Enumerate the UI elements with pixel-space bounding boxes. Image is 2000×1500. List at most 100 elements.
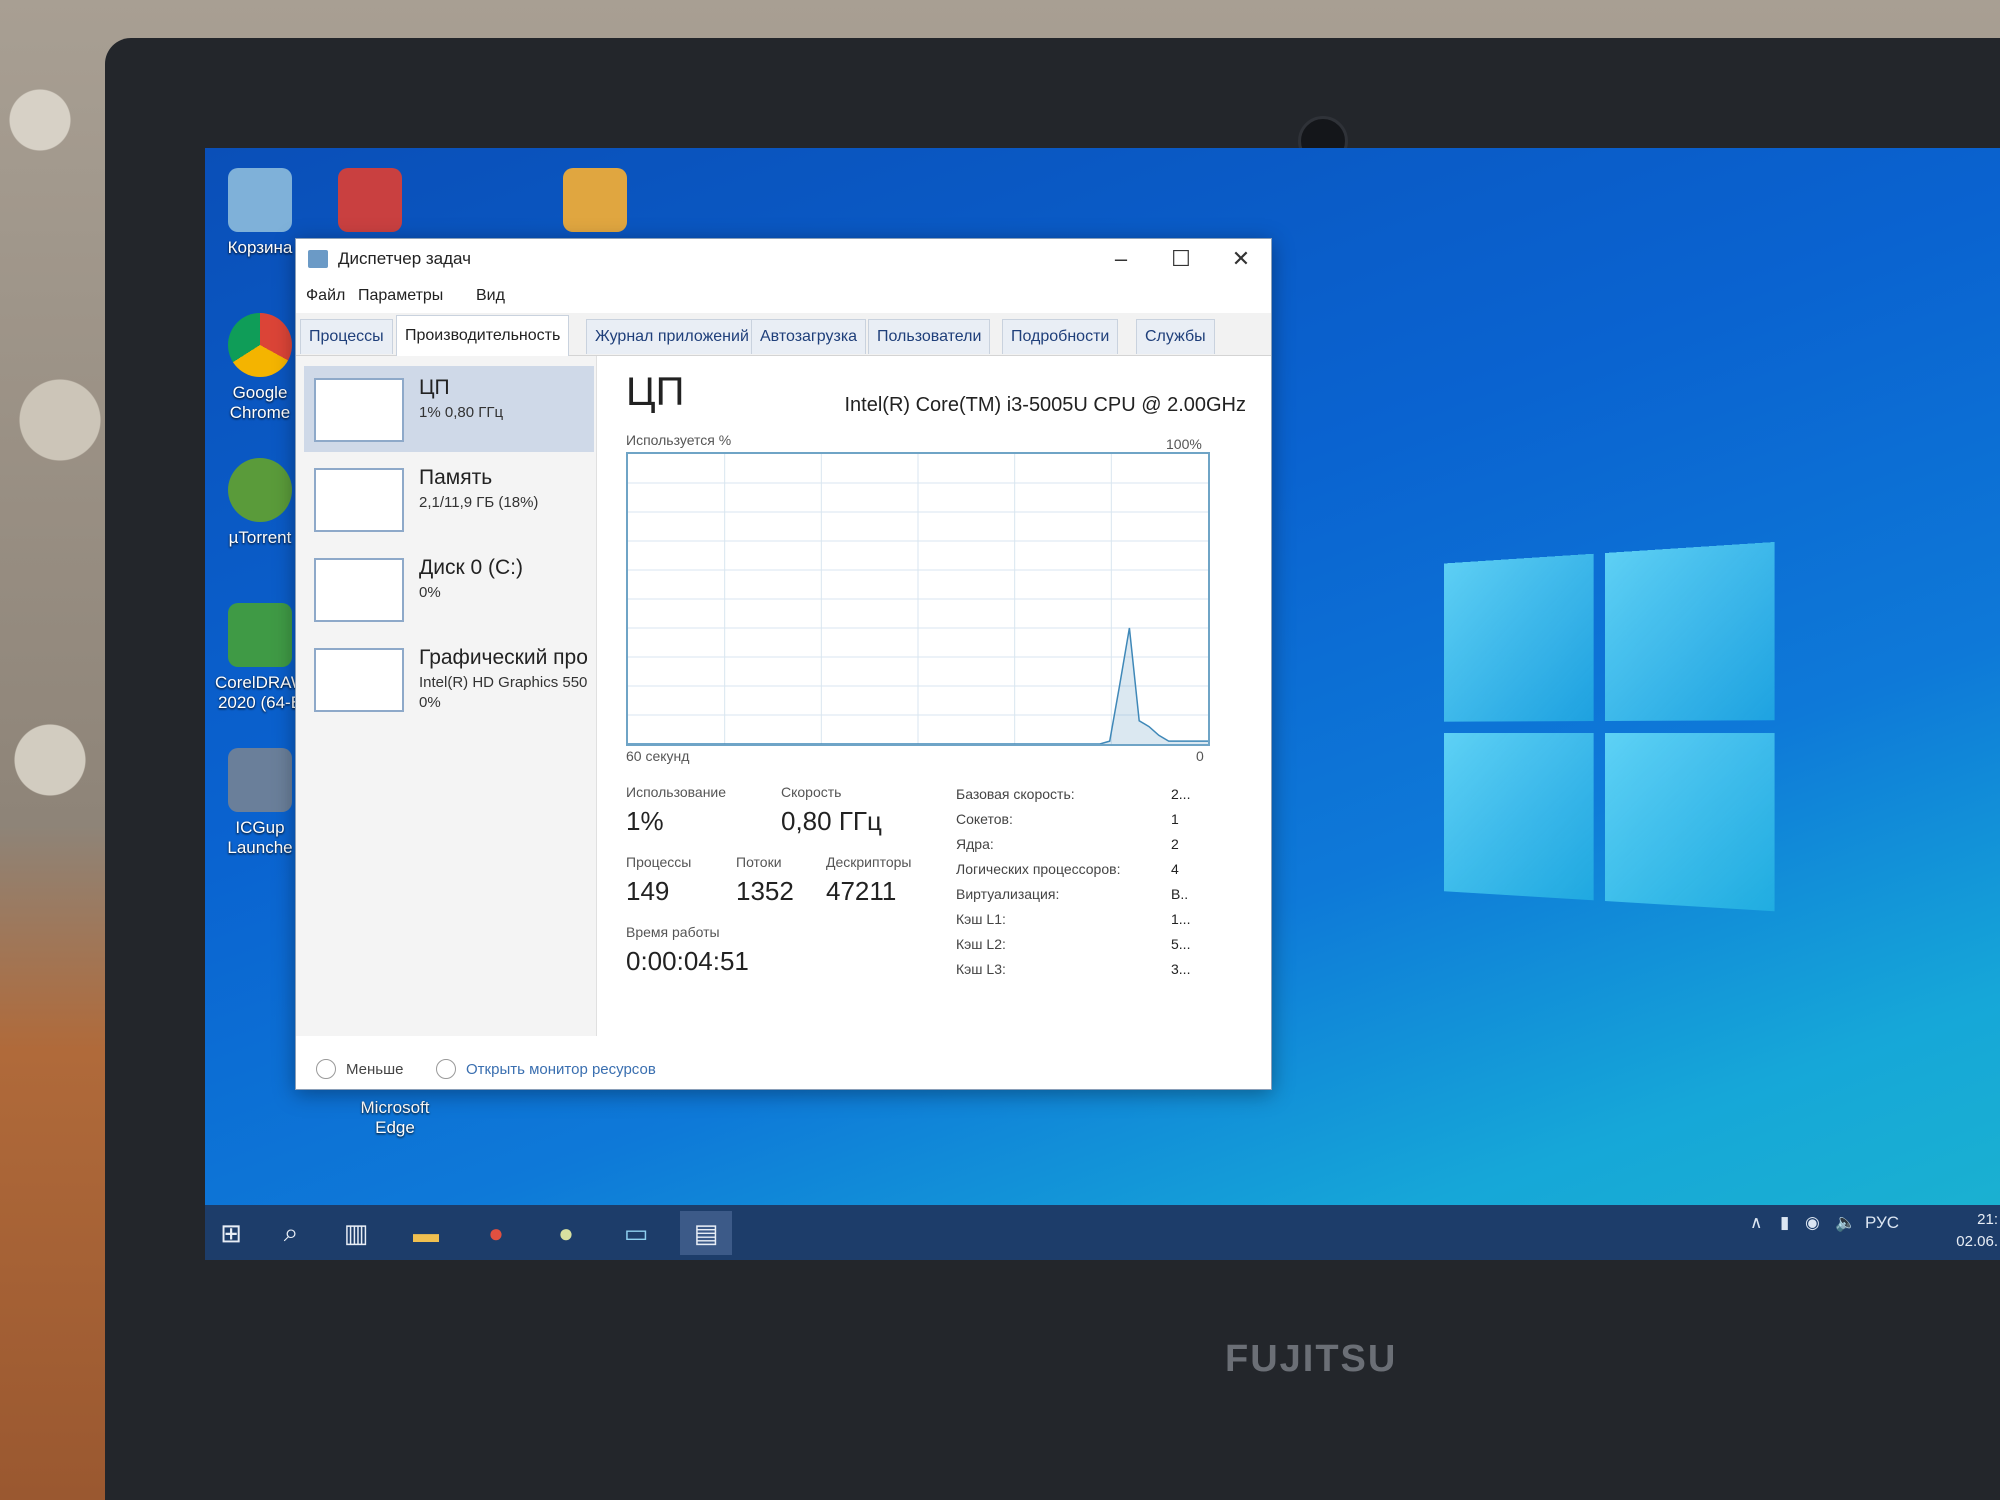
resource-list: ЦП 1% 0,80 ГГц Память 2,1/11,9 ГБ (18%) … xyxy=(296,356,597,1036)
cpu-usage-graph xyxy=(626,452,1210,746)
uptime-value: 0:00:04:51 xyxy=(626,946,749,976)
usage-key: Использование xyxy=(626,784,727,800)
chevron-up-icon xyxy=(316,1059,336,1079)
info-value: 4 xyxy=(1171,861,1179,877)
info-key: Логических процессоров: xyxy=(956,861,1121,877)
maximize-button[interactable]: ☐ xyxy=(1151,243,1211,275)
info-value: 1 xyxy=(1171,811,1179,827)
taskbar: ⊞ ⌕ ▥ ▬ ● ● ▭ ▤ ∧ ▮ ◉ 🔈 РУС 21: 02.06. xyxy=(205,1205,2000,1260)
resource-disk[interactable]: Диск 0 (C:) 0% xyxy=(304,546,594,632)
info-value: 2... xyxy=(1171,786,1191,802)
tray-language[interactable]: РУС xyxy=(1865,1213,1899,1233)
task-view-icon: ▥ xyxy=(343,1217,369,1248)
threads-value: 1352 xyxy=(736,876,794,906)
performance-pane: ЦП 1% 0,80 ГГц Память 2,1/11,9 ГБ (18%) … xyxy=(296,356,1271,1089)
max-axis-label: 100% xyxy=(1166,436,1202,452)
gpu-mini-graph xyxy=(314,648,404,712)
cpu-mini-graph xyxy=(314,378,404,442)
disk-mini-graph xyxy=(314,558,404,622)
minimize-button[interactable]: – xyxy=(1091,243,1151,275)
info-value: 5... xyxy=(1171,936,1191,952)
desktop-icon-app[interactable] xyxy=(325,168,415,238)
close-button[interactable]: ✕ xyxy=(1211,243,1271,275)
time-axis-label: 60 секунд xyxy=(626,748,690,764)
info-key: Кэш L1: xyxy=(956,911,1006,927)
threads-key: Потоки xyxy=(736,854,782,870)
taskbar-app[interactable]: ● xyxy=(540,1211,592,1255)
resource-gpu[interactable]: Графический про Intel(R) HD Graphics 550… xyxy=(304,636,594,736)
desktop-icon-utorrent[interactable]: µTorrent xyxy=(215,458,305,548)
info-value: В.. xyxy=(1171,886,1189,902)
info-value: 1... xyxy=(1171,911,1191,927)
user-folder-icon xyxy=(563,168,627,232)
processes-key: Процессы xyxy=(626,854,692,870)
start-button[interactable]: ⊞ xyxy=(205,1211,257,1255)
open-resource-monitor-link[interactable]: Открыть монитор ресурсов xyxy=(466,1061,656,1078)
menu-file[interactable]: Файл xyxy=(306,287,345,305)
tray-clock[interactable]: 21: 02.06. xyxy=(1956,1209,1998,1253)
desktop-icon-recycle-bin[interactable]: Корзина xyxy=(215,168,305,258)
desktop-icon-user-folder[interactable] xyxy=(550,168,640,238)
search-button[interactable]: ⌕ xyxy=(265,1211,317,1255)
desktop-icon-edge[interactable]: Microsoft Edge xyxy=(350,1098,440,1138)
info-key: Кэш L2: xyxy=(956,936,1006,952)
cpu-title: ЦП xyxy=(626,370,685,414)
desktop-icon-chrome[interactable]: Google Chrome xyxy=(215,313,305,423)
desktop-icon-coreldraw[interactable]: CorelDRAW 2020 (64-B xyxy=(215,603,307,713)
window-icon: ▭ xyxy=(623,1217,649,1248)
speed-value: 0,80 ГГц xyxy=(781,806,882,836)
window-title: Диспетчер задач xyxy=(338,249,471,268)
desktop-icon-icgup[interactable]: ICGup Launche xyxy=(215,748,305,858)
tab-app-history[interactable]: Журнал приложений xyxy=(586,319,758,354)
laptop-brand: FUJITSU xyxy=(1225,1338,1398,1380)
resource-cpu[interactable]: ЦП 1% 0,80 ГГц xyxy=(304,366,594,452)
memory-mini-graph xyxy=(314,468,404,532)
tray-network-icon[interactable]: ◉ xyxy=(1805,1213,1820,1233)
tray-volume-icon[interactable]: 🔈 xyxy=(1835,1213,1856,1233)
processes-value: 149 xyxy=(626,876,670,906)
footer-bar: Меньше Открыть монитор ресурсов xyxy=(296,1056,1271,1086)
taskbar-explorer[interactable]: ▬ xyxy=(400,1211,452,1255)
info-key: Кэш L3: xyxy=(956,961,1006,977)
cpu-detail: ЦП Intel(R) Core(TM) i3-5005U CPU @ 2.00… xyxy=(626,356,1256,1036)
tray-battery-icon[interactable]: ▮ xyxy=(1780,1213,1789,1233)
tab-strip: Процессы Производительность Журнал прило… xyxy=(296,313,1271,356)
app-icon: ● xyxy=(558,1217,574,1248)
speed-key: Скорость xyxy=(781,784,842,800)
taskbar-window[interactable]: ▭ xyxy=(610,1211,662,1255)
tab-details[interactable]: Подробности xyxy=(1002,319,1119,354)
app-icon xyxy=(338,168,402,232)
menu-view[interactable]: Вид xyxy=(476,287,505,305)
info-value: 3... xyxy=(1171,961,1191,977)
tab-startup[interactable]: Автозагрузка xyxy=(751,319,867,354)
tab-services[interactable]: Службы xyxy=(1136,319,1215,354)
menu-bar: Файл Параметры Вид xyxy=(296,279,1271,313)
tab-users[interactable]: Пользователи xyxy=(868,319,991,354)
taskbar-task-manager[interactable]: ▤ xyxy=(680,1211,732,1255)
tab-processes[interactable]: Процессы xyxy=(300,319,393,354)
task-manager-icon: ▤ xyxy=(693,1217,719,1248)
info-key: Базовая скорость: xyxy=(956,786,1075,802)
taskbar-chrome[interactable]: ● xyxy=(470,1211,522,1255)
windows-logo-wallpaper xyxy=(1443,541,1788,925)
usage-axis-label: Используется % xyxy=(626,432,732,448)
resource-monitor-icon xyxy=(436,1059,456,1079)
task-view-button[interactable]: ▥ xyxy=(330,1211,382,1255)
zero-axis-label: 0 xyxy=(1196,748,1204,764)
desktop: Корзина Google Chrome µTorrent CorelDRAW… xyxy=(205,148,2000,1260)
task-manager-window: Диспетчер задач – ☐ ✕ Файл Параметры Вид… xyxy=(295,238,1272,1090)
fewer-details-link[interactable]: Меньше xyxy=(346,1061,403,1078)
recycle-bin-icon xyxy=(228,168,292,232)
info-value: 2 xyxy=(1171,836,1179,852)
title-bar[interactable]: Диспетчер задач – ☐ ✕ xyxy=(296,239,1271,279)
handles-key: Дескрипторы xyxy=(826,854,912,870)
cpu-model: Intel(R) Core(TM) i3-5005U CPU @ 2.00GHz xyxy=(844,394,1246,416)
tray-chevron-up-icon[interactable]: ∧ xyxy=(1750,1213,1762,1233)
task-manager-icon xyxy=(308,250,328,268)
resource-memory[interactable]: Память 2,1/11,9 ГБ (18%) xyxy=(304,456,594,542)
utorrent-icon xyxy=(228,458,292,522)
chrome-icon: ● xyxy=(488,1217,504,1248)
tab-performance[interactable]: Производительность xyxy=(396,315,570,356)
menu-options[interactable]: Параметры xyxy=(358,287,443,305)
handles-value: 47211 xyxy=(826,876,897,906)
